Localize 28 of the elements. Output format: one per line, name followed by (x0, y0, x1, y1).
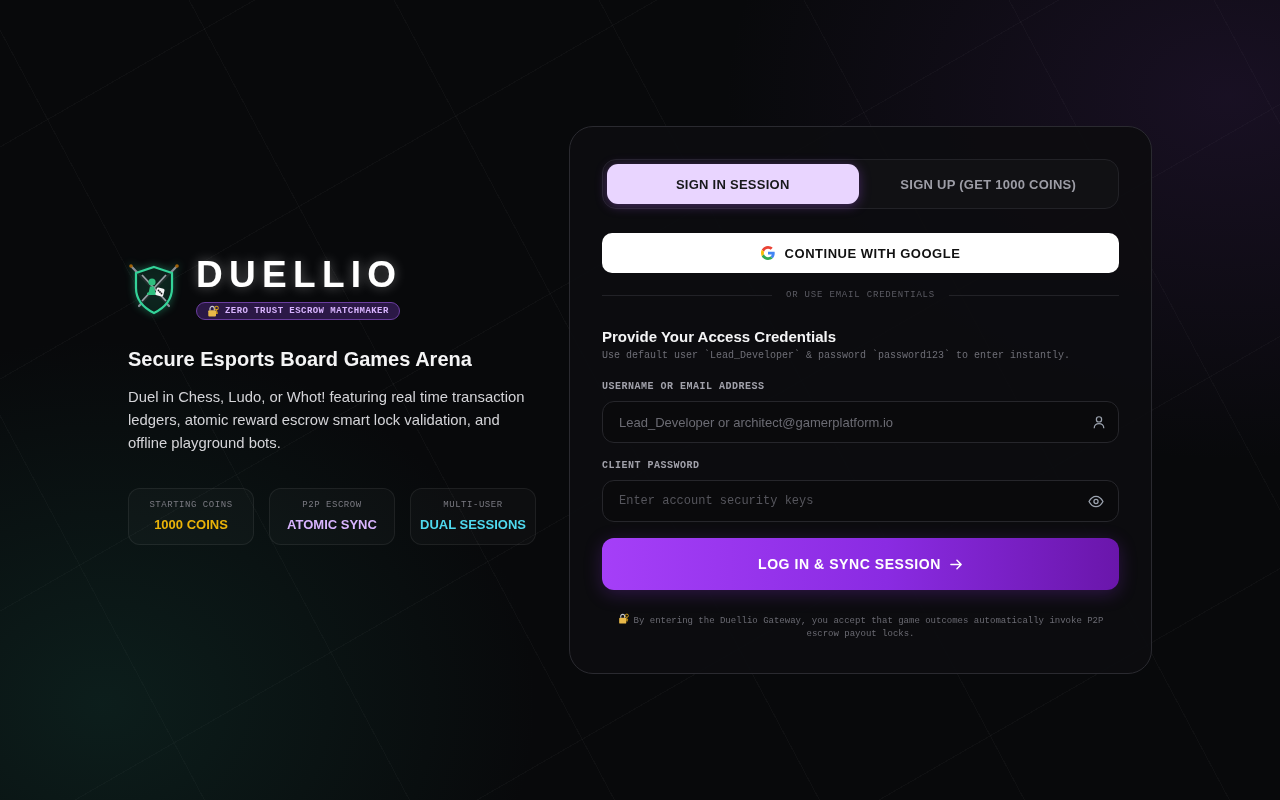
arrow-right-icon (949, 557, 963, 571)
eye-icon[interactable] (1088, 494, 1104, 508)
login-button[interactable]: LOG IN & SYNC SESSION (602, 538, 1119, 590)
stat-label: MULTI-USER (443, 500, 503, 511)
user-icon (1092, 415, 1106, 429)
stat-label: STARTING COINS (149, 500, 233, 511)
hero-heading: Secure Esports Board Games Arena (128, 346, 473, 372)
hero-description: Duel in Chess, Ludo, or Whot! featuring real time transaction ledgers, atomic reward escrow smart lock validation, and offline playground bots. (128, 387, 526, 453)
username-input[interactable]: Lead_Developer or architect@gamerplatform.io (602, 401, 1119, 443)
field-label: CLIENT PASSWORD (602, 460, 701, 472)
stat-label: P2P ESCROW (302, 500, 362, 511)
field-label: USERNAME OR EMAIL ADDRESS (602, 381, 766, 393)
auth-tab[interactable]: SIGN UP (GET 1000 COINS) (862, 164, 1114, 204)
form-title: Provide Your Access Credentials (602, 328, 837, 346)
brand-title: DUELLIO (196, 255, 403, 294)
google-g-icon (760, 246, 775, 260)
password-input[interactable]: Enter account security keys (602, 480, 1119, 522)
auth-tab[interactable]: SIGN IN SESSION (607, 164, 859, 204)
google-button[interactable]: CONTINUE WITH GOOGLE (602, 233, 1119, 273)
divider-label: OR USE EMAIL CREDENTIALS (785, 289, 936, 301)
stat-value: 1000 COINS (154, 517, 228, 532)
stat-value: DUAL SESSIONS (420, 517, 526, 532)
stat-value: ATOMIC SYNC (287, 517, 377, 532)
lock-icon (207, 304, 219, 317)
form-hint: Use default user `Lead_Developer` & password `password123` to enter instantly. (602, 350, 1072, 362)
badge-label: ZERO TRUST ESCROW MATCHMAKER (225, 304, 389, 317)
disclaimer-text: By entering the Duellio Gateway, you accept that game outcomes automatically invoke P2P escrow payout locks. (633, 616, 1104, 639)
lock-icon (617, 613, 629, 624)
